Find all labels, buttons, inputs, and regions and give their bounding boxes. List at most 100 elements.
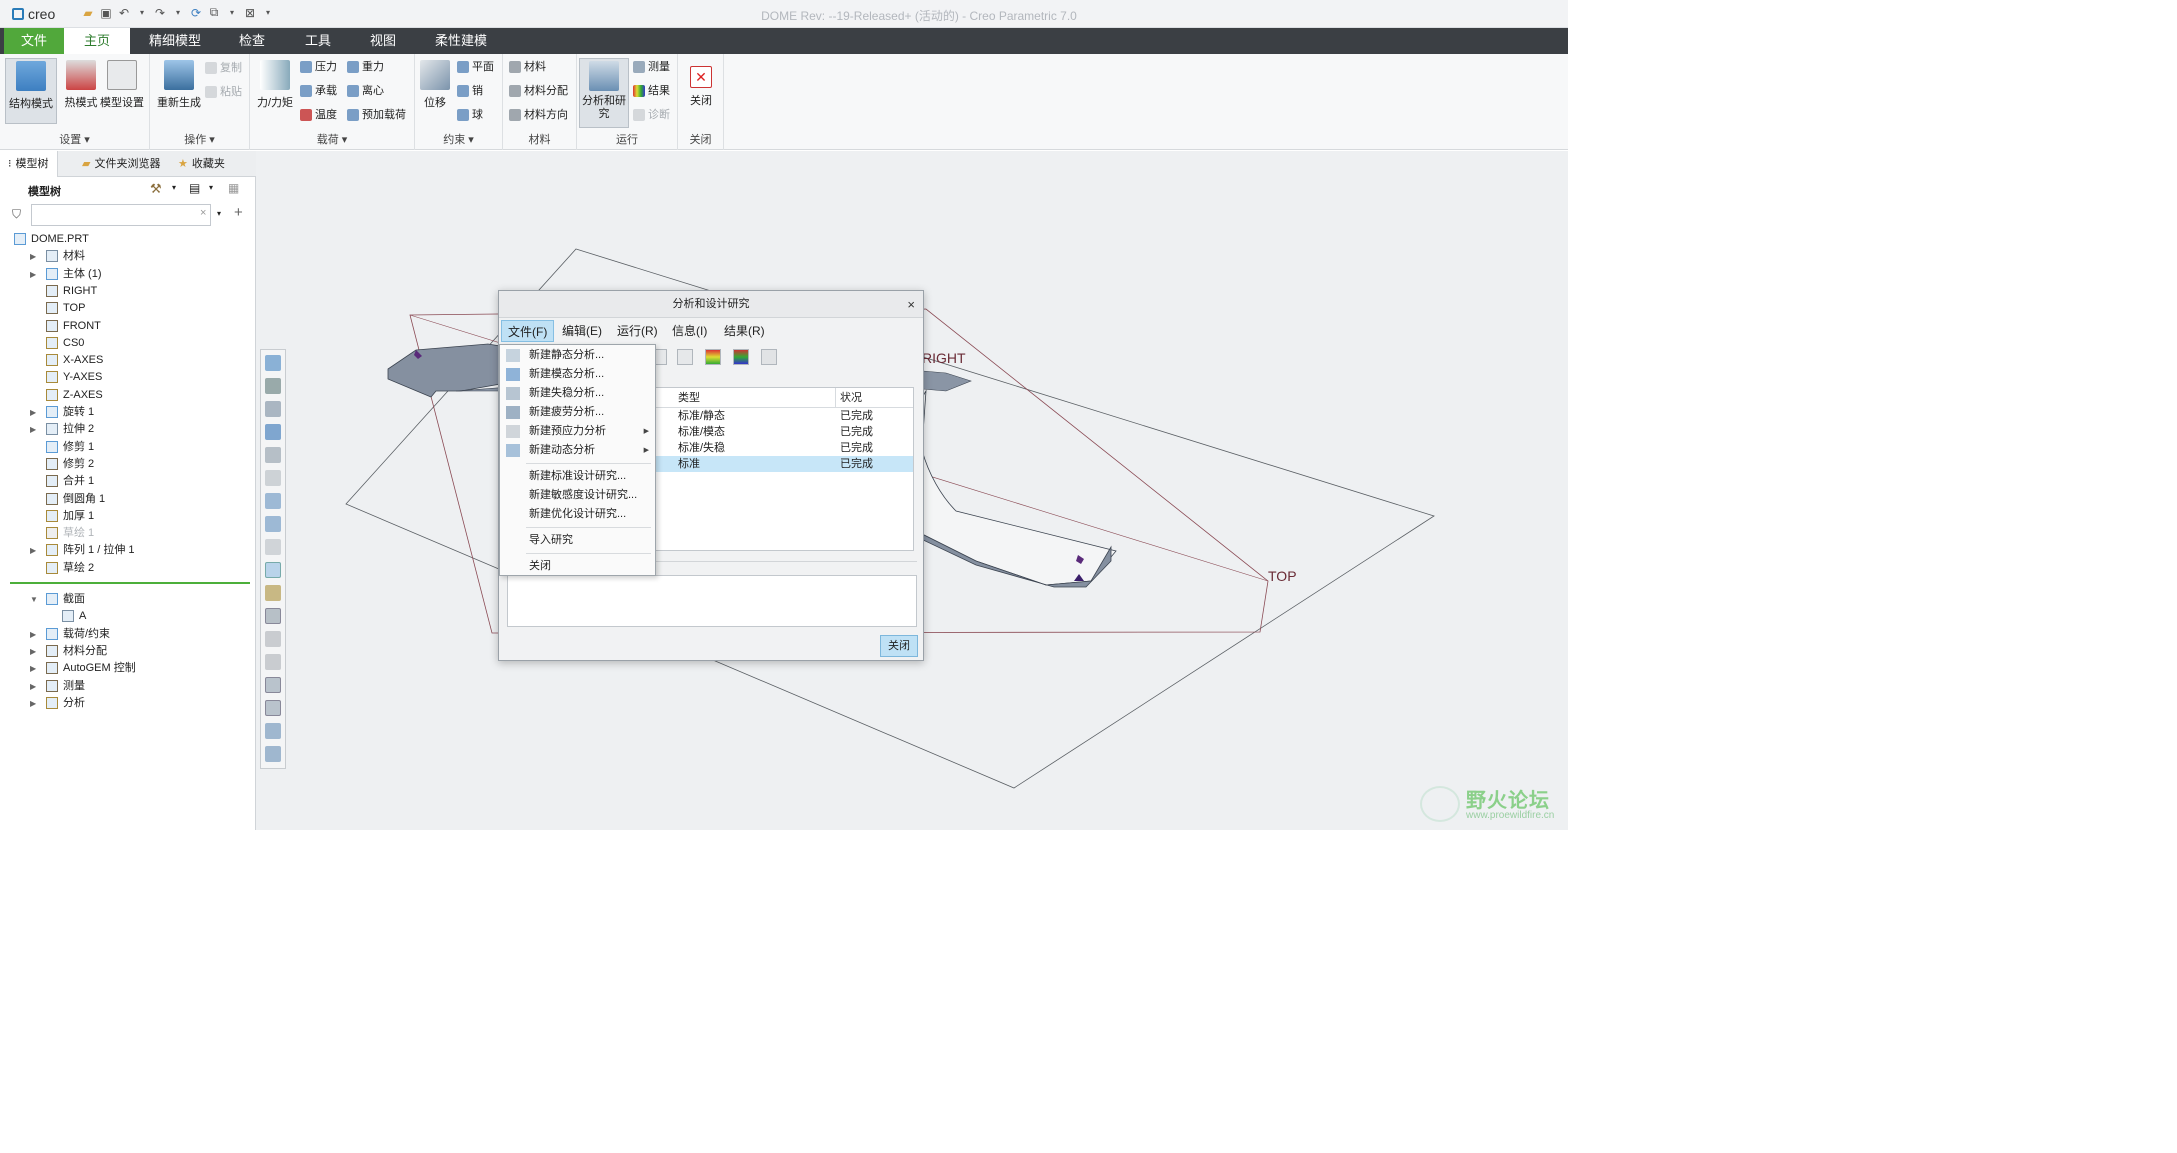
tab-favorites[interactable]: ★ 收藏夹 xyxy=(170,151,233,177)
menu-item-new-fatigue[interactable]: 新建疲劳分析... xyxy=(500,403,655,422)
force-moment-button[interactable]: 力/力矩 xyxy=(252,58,298,124)
measures-button[interactable]: 测量 xyxy=(633,57,670,77)
view-manager-icon[interactable] xyxy=(265,516,281,532)
csys-display-icon[interactable] xyxy=(265,631,281,647)
pressure-button[interactable]: 压力 xyxy=(300,57,337,77)
analyses-and-studies-button[interactable]: 分析和研究 xyxy=(579,58,629,128)
table-row-selected[interactable]: 标准 已完成 xyxy=(656,456,913,472)
description-area[interactable] xyxy=(507,575,917,627)
tab-inspect[interactable]: 检查 xyxy=(226,28,278,54)
column-header-type[interactable]: 类型 xyxy=(656,388,836,408)
diagnostics-button[interactable]: 诊断 xyxy=(633,105,670,125)
tree-item[interactable]: ▶ 分析 xyxy=(0,695,256,712)
tab-folder-browser[interactable]: ▰ 文件夹浏览器 xyxy=(74,151,168,177)
tree-item[interactable]: Y-AXES xyxy=(0,369,256,386)
preload-button[interactable]: 预加载荷 xyxy=(347,105,406,125)
menu-results[interactable]: 结果(R) xyxy=(718,320,771,342)
review-results-icon[interactable] xyxy=(705,349,721,365)
tree-item[interactable]: ▶ 测量 xyxy=(0,678,256,695)
plane-constraint-button[interactable]: 平面 xyxy=(457,57,494,77)
group-label-operations[interactable]: 操作 ▾ xyxy=(150,131,249,147)
menu-run[interactable]: 运行(R) xyxy=(611,320,664,342)
zoom-out-icon[interactable] xyxy=(265,401,281,417)
expand-arrow-icon[interactable]: ▶ xyxy=(30,626,40,643)
menu-info[interactable]: 信息(I) xyxy=(666,320,713,342)
tree-item[interactable]: Z-AXES xyxy=(0,387,256,404)
expand-arrow-icon[interactable]: ▶ xyxy=(30,695,40,712)
annotation-display-icon[interactable] xyxy=(265,654,281,670)
menu-item-new-static[interactable]: 新建静态分析... xyxy=(500,346,655,365)
tree-item[interactable]: 修剪 1 xyxy=(0,439,256,456)
status-icon[interactable] xyxy=(677,349,693,365)
saved-orientations-icon[interactable] xyxy=(265,493,281,509)
show-icon[interactable]: ▤ xyxy=(189,181,200,195)
table-row[interactable]: 标准/失稳 已完成 xyxy=(656,440,913,456)
group-label-setup[interactable]: 设置 ▾ xyxy=(0,131,149,147)
tab-refine-model[interactable]: 精细模型 xyxy=(140,28,210,54)
tree-item[interactable]: ▶ 载荷/约束 xyxy=(0,626,256,643)
group-label-constraints[interactable]: 约束 ▾ xyxy=(415,131,502,147)
tree-item[interactable]: ▶ 拉伸 2 xyxy=(0,421,256,438)
expand-arrow-icon[interactable]: ▶ xyxy=(30,266,40,283)
menu-item-close[interactable]: 关闭 xyxy=(500,557,655,576)
tree-settings-dropdown-icon[interactable]: ▾ xyxy=(172,183,176,192)
expand-arrow-icon[interactable]: ▶ xyxy=(30,404,40,421)
expand-arrow-icon[interactable]: ▶ xyxy=(30,643,40,660)
material-orientation-button[interactable]: 材料方向 xyxy=(509,105,568,125)
tree-item[interactable]: ▶ 材料分配 xyxy=(0,643,256,660)
tree-item[interactable]: CS0 xyxy=(0,335,256,352)
tree-item[interactable]: TOP xyxy=(0,300,256,317)
dialog-close-button[interactable]: 关闭 xyxy=(880,635,918,657)
copy-button[interactable]: 复制 xyxy=(205,58,242,78)
tree-item[interactable]: ▶ AutoGEM 控制 xyxy=(0,660,256,677)
tree-item[interactable]: 倒圆角 1 xyxy=(0,491,256,508)
tree-item[interactable]: ▶ 阵列 1 / 拉伸 1 xyxy=(0,542,256,559)
tree-item[interactable]: A xyxy=(0,608,256,625)
model-setup-button[interactable]: 模型设置 xyxy=(96,58,148,124)
tab-file[interactable]: 文件 xyxy=(4,28,64,54)
tree-item[interactable]: RIGHT xyxy=(0,283,256,300)
gravity-button[interactable]: 重力 xyxy=(347,57,384,77)
structure-mode-button[interactable]: 结构模式 xyxy=(5,58,57,124)
pin-constraint-button[interactable]: 销 xyxy=(457,81,483,101)
menu-item-new-optimization-study[interactable]: 新建优化设计研究... xyxy=(500,505,655,524)
refit-icon[interactable] xyxy=(265,355,281,371)
spin-center-icon[interactable] xyxy=(265,746,281,762)
axis-display-icon[interactable] xyxy=(265,585,281,601)
expand-arrow-icon[interactable]: ▶ xyxy=(30,421,40,438)
material-button[interactable]: 材料 xyxy=(509,57,546,77)
tab-view[interactable]: 视图 xyxy=(357,28,409,54)
expand-arrow-icon[interactable]: ▶ xyxy=(30,660,40,677)
menu-item-new-standard-study[interactable]: 新建标准设计研究... xyxy=(500,467,655,486)
tree-settings-icon[interactable]: ⚒ xyxy=(150,181,162,197)
dialog-close-icon[interactable]: × xyxy=(907,291,915,318)
named-views-icon[interactable] xyxy=(265,447,281,463)
menu-item-new-prestress[interactable]: 新建预应力分析 ▶ xyxy=(500,422,655,441)
connection-display-icon[interactable] xyxy=(265,723,281,739)
column-header-status[interactable]: 状况 xyxy=(836,388,913,408)
menu-item-import-study[interactable]: 导入研究 xyxy=(500,531,655,550)
collapse-arrow-icon[interactable]: ▼ xyxy=(30,591,40,608)
expand-arrow-icon[interactable]: ▶ xyxy=(30,542,40,559)
results-disabled-icon[interactable] xyxy=(761,349,777,365)
result-window-icon[interactable] xyxy=(733,349,749,365)
tree-item[interactable]: ▶ 旋转 1 xyxy=(0,404,256,421)
ribbon-close-button[interactable]: ✕ 关闭 xyxy=(680,58,722,124)
show-dropdown-icon[interactable]: ▾ xyxy=(209,183,213,192)
add-filter-icon[interactable]: + xyxy=(234,204,243,221)
menu-item-new-dynamic[interactable]: 新建动态分析 ▶ xyxy=(500,441,655,460)
constraint-display-icon[interactable] xyxy=(265,700,281,716)
tree-search-input[interactable] xyxy=(31,204,211,226)
load-display-icon[interactable] xyxy=(265,677,281,693)
material-assignment-button[interactable]: 材料分配 xyxy=(509,81,568,101)
menu-item-new-modal[interactable]: 新建模态分析... xyxy=(500,365,655,384)
display-style-icon[interactable] xyxy=(265,470,281,486)
centrifugal-button[interactable]: 离心 xyxy=(347,81,384,101)
filter-settings-icon[interactable]: ▦ xyxy=(228,181,239,195)
tree-item[interactable]: X-AXES xyxy=(0,352,256,369)
menu-item-new-buckling[interactable]: 新建失稳分析... xyxy=(500,384,655,403)
plane-display-icon[interactable] xyxy=(265,562,281,578)
zoom-in-icon[interactable] xyxy=(265,378,281,394)
tab-home[interactable]: 主页 xyxy=(64,28,130,54)
results-button[interactable]: 结果 xyxy=(633,81,670,101)
